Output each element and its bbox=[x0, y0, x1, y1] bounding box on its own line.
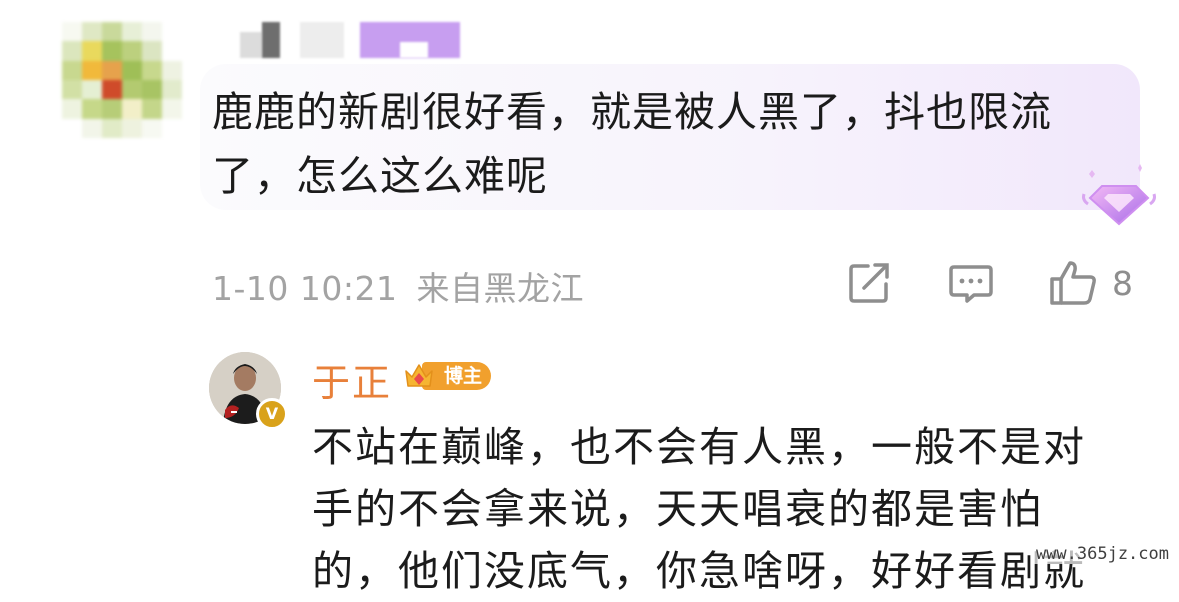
comment-time: 1-10 10:21 bbox=[212, 269, 398, 308]
comment-location: 来自黑龙江 bbox=[416, 269, 584, 308]
like-icon bbox=[1050, 261, 1096, 305]
share-icon bbox=[849, 263, 889, 303]
censored-avatar[interactable] bbox=[62, 22, 182, 138]
censored-username-block bbox=[300, 22, 344, 58]
verified-icon: V bbox=[256, 398, 288, 430]
like-button[interactable]: 8 bbox=[1048, 260, 1133, 306]
comment-button[interactable] bbox=[948, 260, 994, 306]
reply-text-line: 的，他们没底气，你急啥呀，好好看剧就 bbox=[312, 547, 1086, 595]
comment-meta: 1-10 10:21 来自黑龙江 bbox=[212, 262, 584, 310]
comment-text-line: 鹿鹿的新剧很好看，就是被人黑了，抖也限流 bbox=[212, 88, 1052, 136]
comment-icon bbox=[949, 265, 993, 303]
diamond-badge-icon bbox=[1082, 164, 1156, 226]
comment-text: 鹿鹿的新剧很好看，就是被人黑了，抖也限流 了，怎么这么难呢 bbox=[212, 80, 1132, 208]
crown-icon bbox=[405, 364, 433, 387]
reply-author[interactable]: 于正 bbox=[312, 352, 392, 407]
reply-text-line: 不站在巅峰，也不会有人黑，一般不是对 bbox=[312, 423, 1086, 471]
share-button[interactable] bbox=[846, 260, 892, 306]
censored-username-block bbox=[262, 22, 280, 58]
censored-username[interactable] bbox=[240, 32, 262, 58]
blogger-badge: 博主 bbox=[402, 360, 492, 392]
watermark: www.365jz.com bbox=[1033, 544, 1171, 564]
reply-text-line: 手的不会拿来说，天天唱衰的都是害怕 bbox=[312, 485, 1043, 533]
comment-text-line: 了，怎么这么难呢 bbox=[212, 152, 548, 200]
like-count: 8 bbox=[1112, 263, 1133, 303]
reply-text: 不站在巅峰，也不会有人黑，一般不是对 手的不会拿来说，天天唱衰的都是害怕 的，他… bbox=[312, 416, 1142, 602]
censored-vip-label-gap bbox=[400, 42, 428, 58]
